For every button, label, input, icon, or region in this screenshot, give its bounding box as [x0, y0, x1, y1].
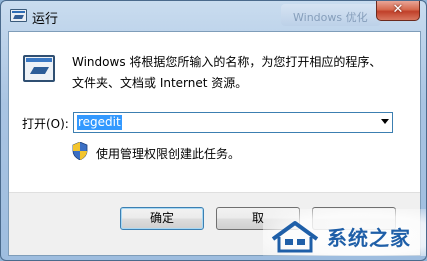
close-button[interactable]: ✕ [376, 1, 420, 21]
dropdown-arrow-icon[interactable] [381, 119, 389, 124]
description-line-1: Windows 将根据您所输入的名称，为您打开相应的程序、 [72, 55, 382, 69]
uac-shield-icon [72, 142, 88, 160]
watermark-logo-icon [271, 221, 319, 253]
selected-text: regedit [77, 115, 122, 130]
watermark-text: 系统之家 [327, 226, 411, 250]
description-line-2: 文件夹、文档或 Internet 资源。 [72, 76, 248, 90]
close-icon: ✕ [392, 2, 404, 17]
admin-privilege-note: 使用管理权限创建此任务。 [96, 147, 241, 161]
run-app-icon [10, 9, 27, 22]
run-program-icon [23, 55, 55, 82]
window-title: 运行 [32, 12, 59, 27]
run-dialog-window: Windows 优化 运行 ✕ Windows 将根据您所输入的名称，为您打开相… [0, 0, 427, 261]
description: Windows 将根据您所输入的名称，为您打开相应的程序、 文件夹、文档或 In… [72, 52, 412, 94]
open-combobox[interactable]: regedit [73, 112, 393, 133]
open-label: 打开(O): [22, 117, 69, 131]
title-bar[interactable]: 运行 ✕ [1, 1, 426, 31]
ok-button[interactable]: 确定 [120, 207, 204, 230]
